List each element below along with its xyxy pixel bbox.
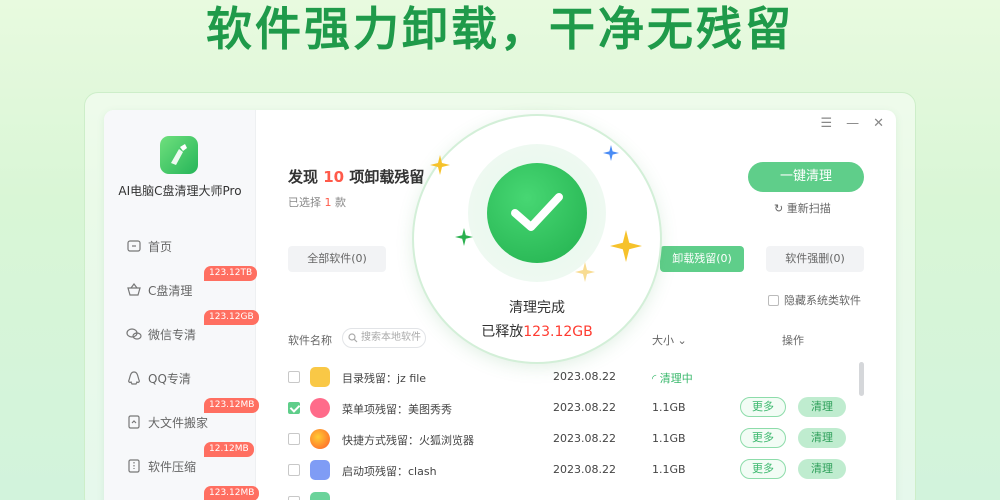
table-row[interactable]: 启动项残留：clash 2023.08.22 1.1GB 更多 清理: [288, 456, 848, 484]
hide-system-label: 隐藏系统类软件: [784, 294, 861, 307]
row-name: 菜单项残留：美图秀秀: [342, 403, 452, 416]
column-header-action: 操作: [782, 334, 804, 347]
tab-uninstall-residue[interactable]: 卸载残留(0): [660, 246, 744, 272]
more-button[interactable]: 更多: [740, 428, 786, 448]
clash-app-icon: [310, 460, 330, 480]
sparkle-icon: [603, 145, 619, 161]
row-name: 启动项残留：clash: [342, 465, 437, 478]
table-row[interactable]: 目录残留：jz file 2023.08.22 ◜ 清理中: [288, 363, 848, 391]
row-checkbox[interactable]: [288, 496, 300, 500]
row-size: 1.1GB: [652, 401, 686, 414]
page-headline: 软件强力卸载，干净无残留: [206, 2, 794, 56]
app-icon: [310, 492, 330, 500]
row-status: ◜ 清理中: [652, 370, 693, 386]
hide-system-toggle[interactable]: 隐藏系统类软件: [768, 292, 861, 308]
sparkle-icon: [610, 230, 642, 262]
table-row[interactable]: 菜单项残留：美图秀秀 2023.08.22 1.1GB 更多 清理: [288, 394, 848, 422]
more-button[interactable]: 更多: [740, 397, 786, 417]
refresh-icon: ↻: [774, 202, 784, 215]
selected-suffix: 款: [331, 196, 346, 209]
loading-icon: ◜: [652, 372, 657, 385]
sparkle-icon: [430, 155, 450, 175]
table-row[interactable]: [288, 488, 848, 500]
freed-prefix: 已释放: [481, 324, 524, 340]
title-prefix: 发现: [288, 168, 324, 186]
tab-all-software[interactable]: 全部软件(0): [288, 246, 386, 272]
row-name: 快捷方式残留：火狐浏览器: [342, 434, 474, 447]
row-checkbox[interactable]: [288, 371, 300, 383]
freed-value: 123.12GB: [523, 324, 593, 340]
selected-prefix: 已选择: [288, 196, 325, 209]
column-header-name: 软件名称: [288, 334, 332, 347]
sparkle-icon: [575, 262, 595, 282]
title-count: 10: [323, 168, 345, 186]
tab-force-delete[interactable]: 软件强删(0): [766, 246, 864, 272]
clean-complete-title: 清理完成: [509, 300, 565, 316]
search-placeholder: 搜索本地软件: [361, 332, 421, 343]
row-size: 1.1GB: [652, 463, 686, 476]
row-size: 1.1GB: [652, 432, 686, 445]
table-row[interactable]: 快捷方式残留：火狐浏览器 2023.08.22 1.1GB 更多 清理: [288, 425, 848, 453]
folder-icon: [310, 367, 330, 387]
clean-button[interactable]: 清理: [798, 428, 846, 448]
chevron-down-icon: ⌄: [677, 334, 687, 347]
checkbox[interactable]: [768, 295, 779, 306]
row-date: 2023.08.22: [553, 401, 616, 414]
clean-button[interactable]: 清理: [798, 397, 846, 417]
page-title: 发现 10 项卸载残留: [288, 166, 424, 187]
rescan-label: 重新扫描: [786, 202, 831, 215]
status-label: 清理中: [659, 372, 693, 385]
more-button[interactable]: 更多: [740, 459, 786, 479]
row-checkbox[interactable]: [288, 464, 300, 476]
clean-button[interactable]: 清理: [798, 459, 846, 479]
freed-space-line: 已释放123.12GB: [414, 321, 660, 341]
meitu-app-icon: [310, 398, 330, 418]
row-date: 2023.08.22: [553, 370, 616, 383]
search-icon: [348, 333, 358, 343]
firefox-app-icon: [310, 429, 330, 449]
row-checkbox[interactable]: [288, 433, 300, 445]
selected-count: 1: [324, 196, 332, 209]
scrollbar[interactable]: [859, 362, 864, 396]
rescan-button[interactable]: ↻ 重新扫描: [774, 200, 831, 216]
sparkle-icon: [455, 228, 473, 246]
row-date: 2023.08.22: [553, 432, 616, 445]
one-click-clean-button[interactable]: 一键清理: [748, 162, 864, 192]
success-check-icon: [487, 163, 587, 263]
row-name: 目录残留：jz file: [342, 372, 427, 385]
row-date: 2023.08.22: [553, 463, 616, 476]
row-checkbox[interactable]: [288, 402, 300, 414]
selected-count-line: 已选择 1 款: [288, 194, 346, 210]
title-suffix: 项卸载残留: [344, 168, 425, 186]
